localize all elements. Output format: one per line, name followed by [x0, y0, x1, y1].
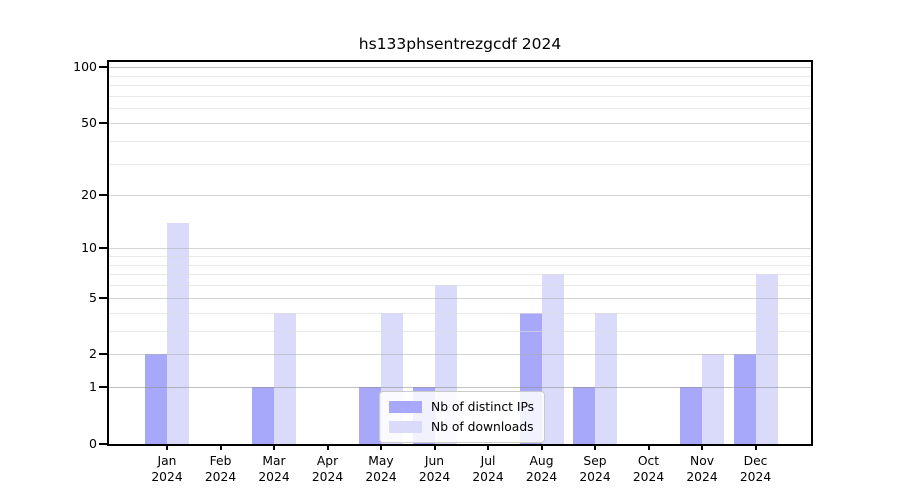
legend-swatch-distinct-ips — [389, 401, 422, 413]
gridline-minor — [109, 141, 811, 142]
x-axis-tick — [380, 444, 382, 450]
legend-entry-distinct-ips: Nb of distinct IPs — [389, 397, 535, 417]
gridline-minor — [109, 76, 811, 77]
y-axis-tick-label: 0 — [40, 436, 97, 452]
x-axis-tick — [541, 444, 543, 450]
x-axis-tick — [648, 444, 650, 450]
gridline-minor — [109, 331, 811, 332]
x-axis-tick — [220, 444, 222, 450]
bar-downloads-sep — [595, 313, 617, 444]
gridline-major — [109, 387, 811, 388]
y-axis-tick-label: 10 — [40, 240, 97, 256]
bar-distinct-ips-nov — [680, 387, 702, 444]
gridline-major — [109, 67, 811, 68]
y-axis-tick — [99, 122, 107, 124]
gridline-major — [109, 123, 811, 124]
gridline-minor — [109, 164, 811, 165]
x-axis-tick — [434, 444, 436, 450]
legend-label-distinct-ips: Nb of distinct IPs — [431, 400, 534, 414]
bar-distinct-ips-may — [359, 387, 381, 444]
x-axis-tick — [701, 444, 703, 450]
x-axis-tick — [594, 444, 596, 450]
gridline-major — [109, 248, 811, 249]
y-axis-tick — [99, 386, 107, 388]
bar-distinct-ips-sep — [573, 387, 595, 444]
gridline-major — [109, 195, 811, 196]
y-axis-tick — [99, 247, 107, 249]
gridline-minor — [109, 96, 811, 97]
bar-distinct-ips-dec — [734, 354, 756, 444]
chart-figure: hs133phsentrezgcdf 2024 Nb of distinct I… — [0, 0, 900, 500]
y-axis-tick-label: 50 — [40, 115, 97, 131]
y-axis-tick-label: 1 — [40, 379, 97, 395]
legend-swatch-downloads — [389, 421, 422, 433]
y-axis-tick-label: 5 — [40, 290, 97, 306]
gridline-minor — [109, 256, 811, 257]
gridline-minor — [109, 265, 811, 266]
plot-area — [107, 60, 813, 446]
x-axis-tick — [166, 444, 168, 450]
y-axis-tick — [99, 194, 107, 196]
y-axis-tick-label: 20 — [40, 187, 97, 203]
y-axis-tick-label: 2 — [40, 346, 97, 362]
gridline-minor — [109, 285, 811, 286]
x-axis-tick — [273, 444, 275, 450]
gridline-minor — [109, 313, 811, 314]
legend: Nb of distinct IPs Nb of downloads — [379, 391, 545, 443]
y-axis-tick-label: 100 — [40, 59, 97, 75]
gridline-minor — [109, 108, 811, 109]
x-axis-tick — [487, 444, 489, 450]
x-axis-tick-label: Dec2024 — [724, 454, 788, 485]
x-axis-tick — [755, 444, 757, 450]
gridline-minor — [109, 85, 811, 86]
gridline-major — [109, 354, 811, 355]
bar-distinct-ips-jan — [145, 354, 167, 444]
gridline-major — [109, 298, 811, 299]
y-axis-tick — [99, 66, 107, 68]
bar-distinct-ips-mar — [252, 387, 274, 444]
x-axis-tick — [327, 444, 329, 450]
legend-label-downloads: Nb of downloads — [431, 420, 534, 434]
bar-downloads-dec — [756, 274, 778, 444]
y-axis-tick — [99, 297, 107, 299]
y-axis-tick — [99, 443, 107, 445]
y-axis-tick — [99, 353, 107, 355]
bar-downloads-mar — [274, 313, 296, 444]
gridline-minor — [109, 274, 811, 275]
legend-entry-downloads: Nb of downloads — [389, 417, 535, 437]
chart-title: hs133phsentrezgcdf 2024 — [107, 35, 813, 53]
bar-downloads-nov — [702, 354, 724, 444]
